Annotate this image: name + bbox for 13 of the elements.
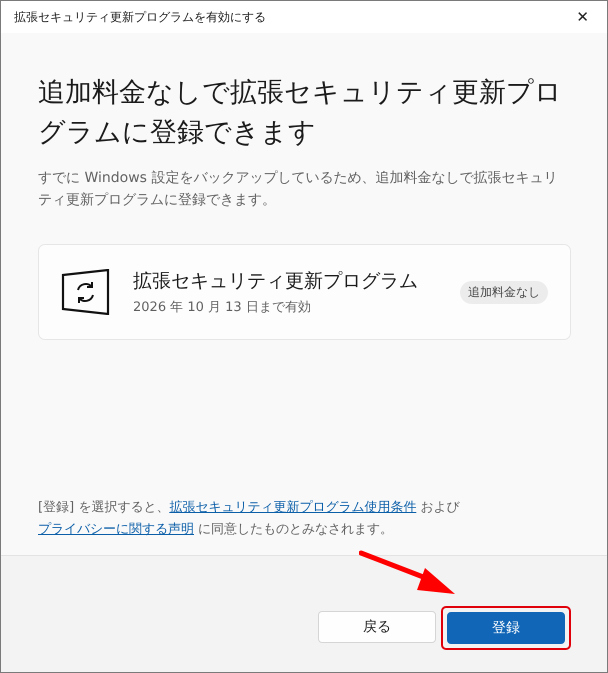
back-button[interactable]: 戻る bbox=[318, 611, 436, 643]
window-title: 拡張セキュリティ更新プログラムを有効にする bbox=[14, 8, 266, 26]
terms-link[interactable]: プライバシーに関する声明 bbox=[38, 522, 194, 537]
card-title: 拡張セキュリティ更新プログラム bbox=[133, 269, 419, 294]
update-window-icon bbox=[61, 269, 111, 315]
card-subtitle: 2026 年 10 月 13 日まで有効 bbox=[133, 299, 312, 316]
cost-badge: 追加料金なし bbox=[460, 280, 548, 304]
description: すでに Windows 設定をバックアップしているため、追加料金なしで拡張セキュリティ更新プログラムに登録できます。 bbox=[38, 169, 558, 210]
consent-text: [登録] を選択すると、拡張セキュリティ更新プログラム使用条件 および プライバシーに関する声明 に同意したものとみなされます。 bbox=[38, 499, 461, 539]
heading: 追加料金なしで拡張セキュリティ更新プログラムに登録できます bbox=[38, 76, 563, 150]
close-button[interactable]: ✕ bbox=[570, 8, 595, 26]
terms-link[interactable]: 拡張セキュリティ更新プログラム使用条件 bbox=[169, 500, 416, 515]
register-button[interactable]: 登録 bbox=[447, 612, 565, 644]
